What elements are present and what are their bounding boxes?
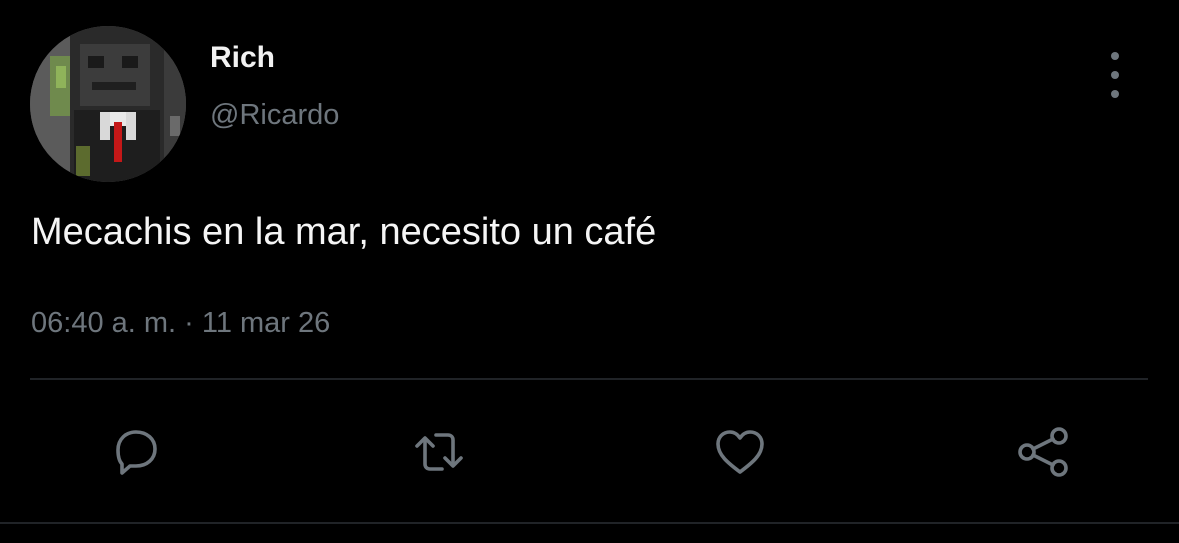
divider <box>30 378 1148 380</box>
more-options-button[interactable] <box>1100 52 1130 98</box>
more-dot-icon <box>1111 90 1119 98</box>
avatar[interactable] <box>30 26 186 182</box>
like-button[interactable] <box>710 424 770 480</box>
tweet-text: Mecachis en la mar, necesito un café <box>31 211 657 253</box>
bottom-divider <box>0 522 1179 524</box>
heart-icon <box>716 430 764 474</box>
more-dot-icon <box>1111 52 1119 60</box>
reply-button[interactable] <box>106 424 166 480</box>
speech-bubble-icon <box>116 430 157 475</box>
pixel-character-avatar-icon <box>30 26 186 182</box>
display-name[interactable]: Rich <box>210 40 275 76</box>
more-dot-icon <box>1111 71 1119 79</box>
share-nodes-icon <box>1018 427 1068 477</box>
tweet-card: Rich @Ricardo Mecachis en la mar, necesi… <box>0 0 1179 543</box>
share-button[interactable] <box>1013 424 1073 480</box>
retweet-arrows-icon <box>415 433 463 471</box>
retweet-button[interactable] <box>409 424 469 480</box>
tweet-timestamp: 06:40 a. m. · 11 mar 26 <box>31 307 331 339</box>
user-handle[interactable]: @Ricardo <box>210 97 339 133</box>
